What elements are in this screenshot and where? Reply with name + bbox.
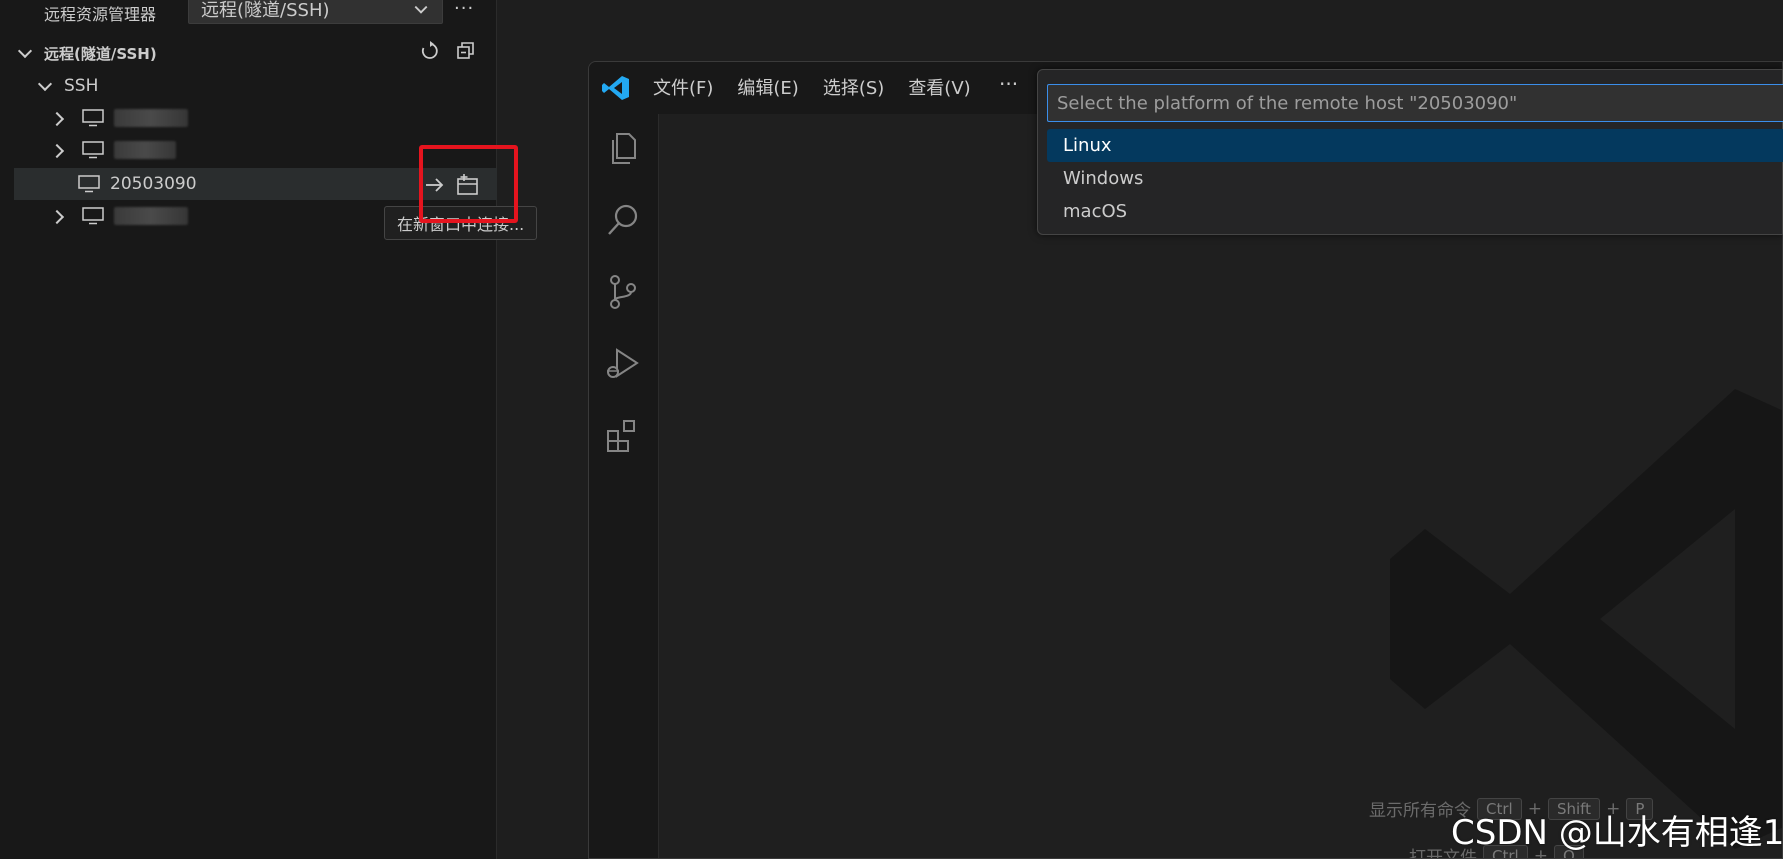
csdn-watermark: CSDN @山水有相逢1 [1451, 813, 1783, 853]
host-name-redacted [114, 207, 188, 225]
more-actions-icon[interactable]: ··· [454, 0, 474, 19]
refresh-icon[interactable] [419, 40, 441, 62]
monitor-icon [82, 109, 104, 127]
remote-explorer-panel: 远程资源管理器 远程(隧道/SSH) ··· 远程(隧道/SSH) SSH 20… [0, 0, 497, 859]
search-icon[interactable] [603, 200, 643, 240]
chevron-right-icon [50, 207, 68, 225]
section-header-remote[interactable]: 远程(隧道/SSH) [16, 40, 497, 66]
chevron-down-icon [413, 1, 429, 17]
highlight-annotation-box [419, 145, 518, 223]
host-name: 20503090 [110, 174, 197, 194]
section-title: 远程(隧道/SSH) [44, 44, 157, 63]
monitor-icon [78, 175, 100, 193]
chevron-down-icon [36, 77, 54, 95]
menu-items: 文件(F) 编辑(E) 选择(S) 查看(V) [653, 74, 971, 100]
quick-pick-input[interactable] [1047, 84, 1783, 122]
option-windows[interactable]: Windows [1047, 162, 1783, 195]
explorer-icon[interactable] [603, 128, 643, 168]
panel-title: 远程资源管理器 [44, 5, 157, 24]
extensions-icon[interactable] [603, 416, 643, 456]
menu-view[interactable]: 查看(V) [908, 74, 970, 100]
host-name-redacted [114, 109, 188, 127]
option-macos[interactable]: macOS [1047, 195, 1783, 228]
ssh-label: SSH [64, 76, 99, 96]
quick-pick-list: Linux Windows macOS [1047, 129, 1783, 228]
monitor-icon [82, 207, 104, 225]
vscode-logo-icon [602, 75, 630, 101]
menu-edit[interactable]: 编辑(E) [737, 74, 798, 100]
chevron-right-icon [50, 141, 68, 159]
chevron-right-icon [50, 109, 68, 127]
host-item[interactable] [14, 102, 497, 134]
menu-file[interactable]: 文件(F) [653, 74, 713, 100]
host-name-redacted [114, 141, 176, 159]
remote-type-value: 远程(隧道/SSH) [201, 0, 330, 21]
platform-quick-pick: Linux Windows macOS [1037, 69, 1783, 235]
remote-type-select[interactable]: 远程(隧道/SSH) [188, 0, 443, 24]
source-control-icon[interactable] [603, 272, 643, 312]
menu-selection[interactable]: 选择(S) [823, 74, 884, 100]
run-debug-icon[interactable] [603, 344, 643, 384]
chevron-down-icon [16, 44, 34, 62]
monitor-icon [82, 141, 104, 159]
tree-item-ssh[interactable]: SSH [36, 70, 519, 102]
vscode-watermark-logo [1390, 389, 1782, 849]
collapse-all-icon[interactable] [455, 40, 477, 62]
menu-more-icon[interactable]: ··· [999, 72, 1018, 96]
option-linux[interactable]: Linux [1047, 129, 1783, 162]
activity-bar [589, 114, 659, 858]
